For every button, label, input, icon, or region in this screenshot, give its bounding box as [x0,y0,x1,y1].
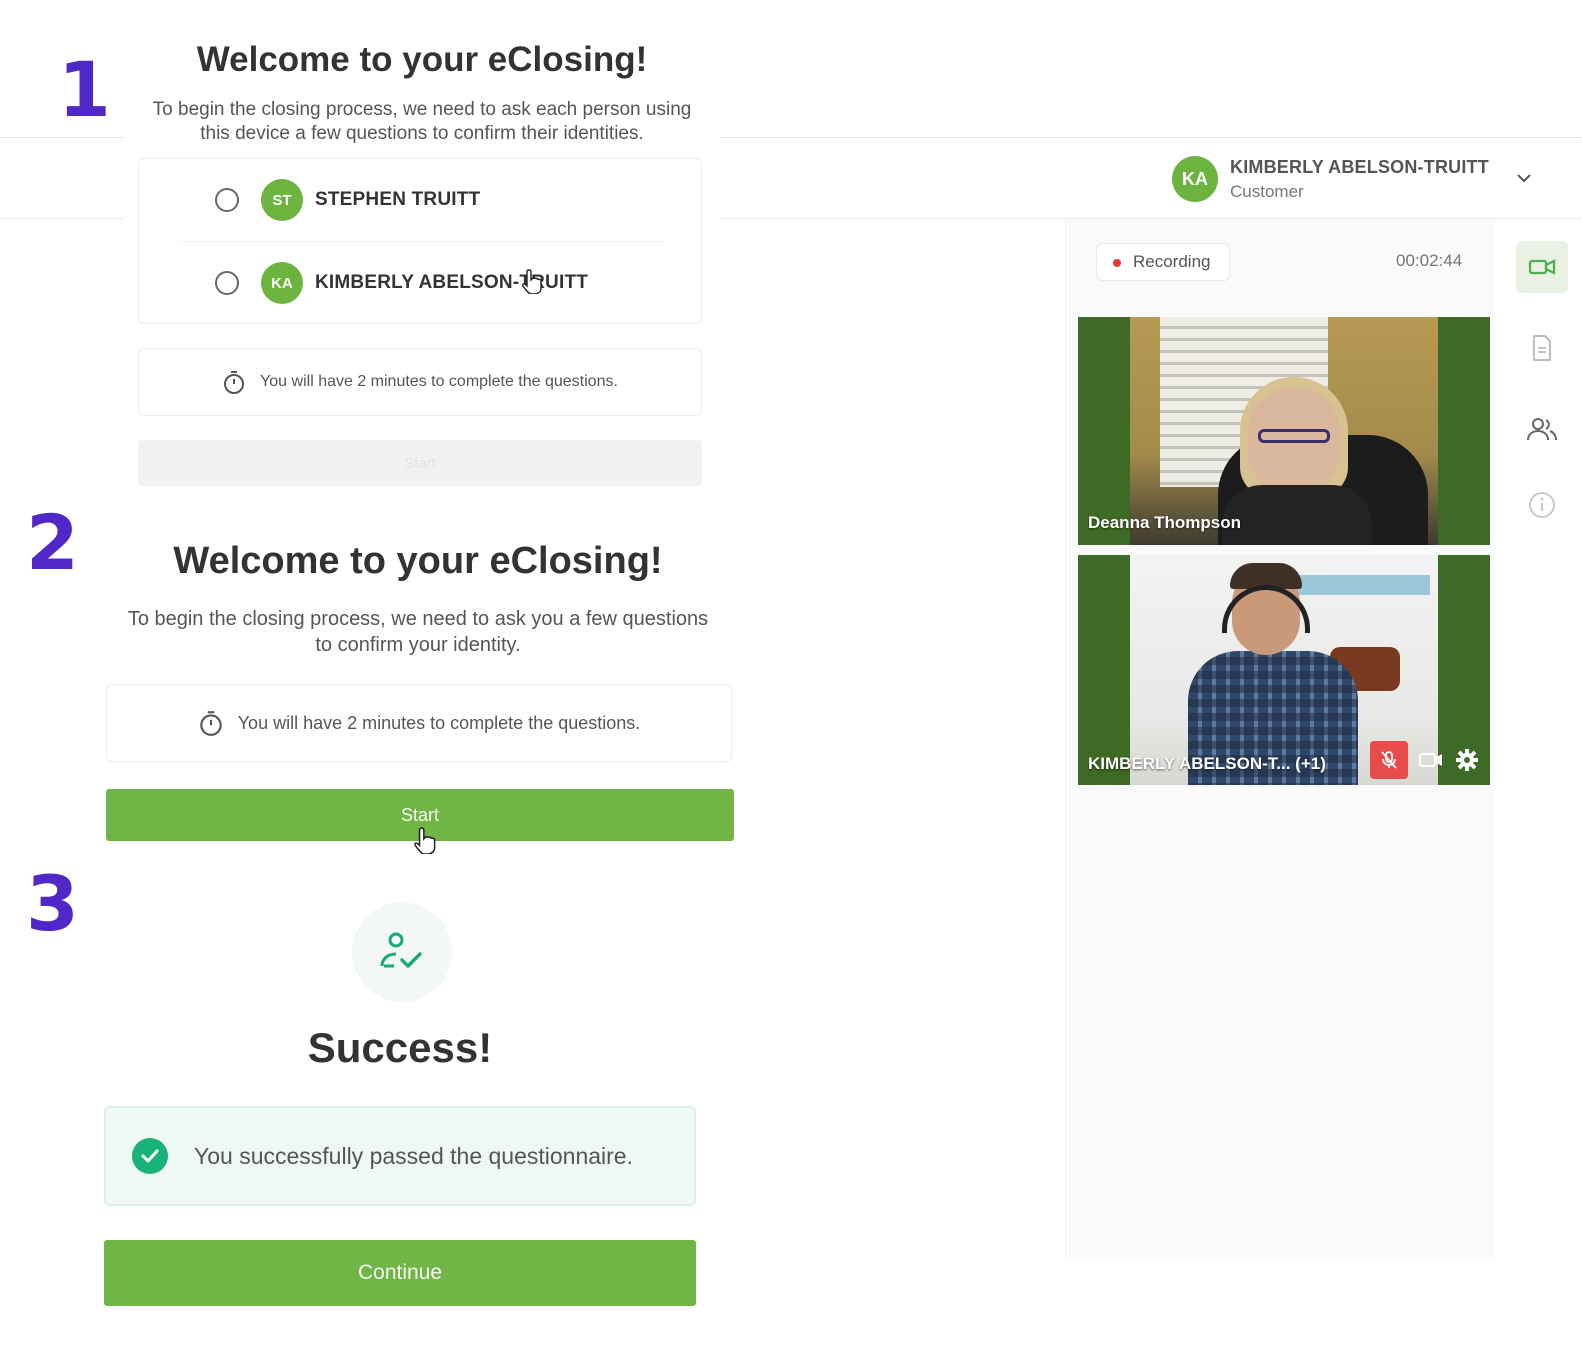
signer-list: ST STEPHEN TRUITT KA KIMBERLY ABELSON-TR… [138,158,702,324]
page-title: Welcome to your eClosing! [196,40,648,79]
participant-glasses [1258,429,1330,443]
step2-card: Welcome to your eClosing! To begin the c… [84,506,752,856]
video-participant-name: Deanna Thompson [1088,513,1242,532]
hand-cursor-icon [414,827,436,854]
signer-option-stephen[interactable]: ST STEPHEN TRUITT [215,179,480,221]
success-message: You successfully passed the questionnair… [194,1142,633,1169]
check-circle-icon [132,1138,168,1174]
stopwatch-icon [222,369,246,395]
video-feed [1130,317,1438,545]
signer-name: STEPHEN TRUITT [315,189,481,210]
participants-icon [1527,418,1557,441]
camera-toggle-button[interactable] [1418,747,1444,773]
video-tile-deanna[interactable]: Deanna Thompson [1078,317,1490,545]
document-icon [1533,335,1551,361]
avatar: KA [261,262,303,304]
time-notice: You will have 2 minutes to complete the … [138,348,702,416]
step-number-3: 3 [26,859,79,948]
recording-label: Recording [1133,252,1211,271]
time-notice-text: You will have 2 minutes to complete the … [237,712,641,733]
mic-off-icon [1381,751,1397,769]
video-icon [1528,259,1556,275]
page-subtitle: To begin the closing process, we need to… [127,608,709,656]
stopwatch-icon [198,709,224,737]
video-tile-self[interactable]: KIMBERLY ABELSON-T... (+1) [1078,555,1490,785]
success-message-box: You successfully passed the questionnair… [104,1106,696,1206]
avatar: ST [261,179,303,221]
page-subtitle: To begin the closing process, we need to… [152,99,692,144]
chevron-down-icon[interactable] [1516,168,1532,189]
app-screen: KA KIMBERLY ABELSON-TRUITT Customer Reco… [0,0,1582,1354]
video-settings-button[interactable] [1454,747,1480,773]
user-name: KIMBERLY ABELSON-TRUITT [1230,156,1489,177]
participant-body [1222,485,1372,545]
rail-documents-button[interactable] [1516,322,1568,374]
camera-icon [1419,753,1442,767]
user-avatar: KA [1172,156,1218,202]
success-title: Success! [307,1024,493,1071]
video-background-shelf [1280,575,1430,595]
user-menu[interactable]: KA KIMBERLY ABELSON-TRUITT Customer [1172,156,1489,202]
step-number-1: 1 [58,45,111,134]
continue-button[interactable]: Continue [104,1240,696,1306]
rail-video-button[interactable] [1516,241,1568,293]
user-role: Customer [1230,181,1304,201]
user-info: KIMBERLY ABELSON-TRUITT Customer [1230,157,1489,202]
gear-icon [1456,749,1478,771]
recording-indicator: Recording [1096,243,1230,281]
time-notice: You will have 2 minutes to complete the … [106,684,732,762]
step1-card: Welcome to your eClosing! To begin the c… [124,12,720,512]
video-controls [1370,741,1480,779]
time-notice-text: You will have 2 minutes to complete the … [260,373,618,390]
signer-name: KIMBERLY ABELSON-TRUITT [315,272,589,293]
mic-muted-button[interactable] [1370,741,1408,779]
divider [179,241,667,242]
session-timer: 00:02:44 [1396,251,1463,270]
info-icon [1529,492,1555,518]
page-title: Welcome to your eClosing! [173,540,663,582]
radio-button[interactable] [215,188,239,212]
hand-cursor-icon [522,269,542,294]
session-panel: Recording 00:02:44 Deanna Thompson KIMBE… [1065,219,1495,1259]
rail-participants-button[interactable] [1516,403,1568,455]
start-button-disabled[interactable]: Start [138,440,702,486]
side-rail [1498,219,1582,1259]
video-participant-name: KIMBERLY ABELSON-T... (+1) [1088,754,1326,773]
identity-verified-icon [352,902,452,1002]
step-number-2: 2 [26,498,79,587]
recording-dot-icon [1113,259,1121,267]
radio-button[interactable] [215,271,239,295]
rail-info-button[interactable] [1516,479,1568,531]
step3-card: Success! You successfully passed the que… [82,880,746,1328]
